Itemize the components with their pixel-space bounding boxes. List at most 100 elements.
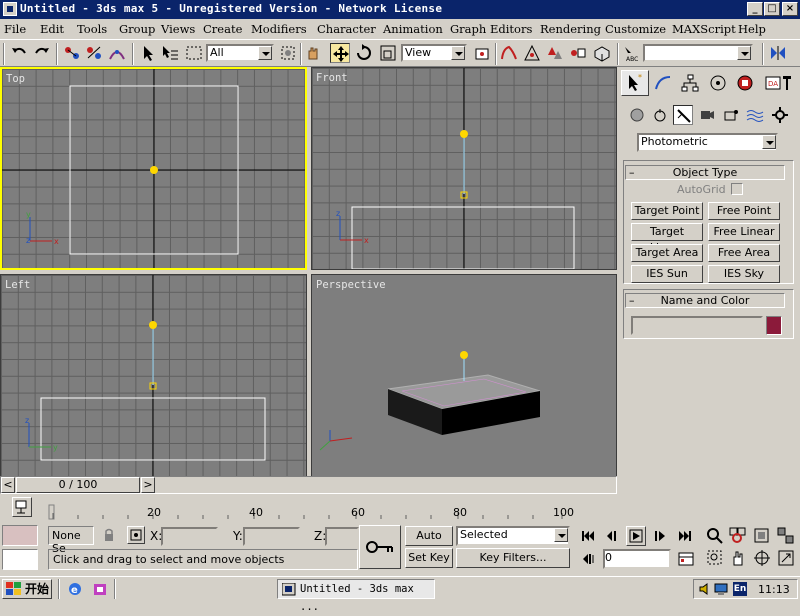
mirror-icon[interactable] (499, 43, 519, 63)
minimize-button[interactable]: _ (747, 2, 763, 16)
menu-tools[interactable]: Tools (77, 22, 107, 36)
x-coord-field[interactable] (161, 527, 218, 546)
time-configuration-icon[interactable] (676, 550, 696, 568)
menu-file[interactable]: File (4, 22, 26, 36)
menu-views[interactable]: Views (161, 22, 195, 36)
menu-maxscript[interactable]: MAXScript (672, 22, 736, 36)
default-in-out-tangents-button[interactable] (359, 525, 401, 569)
zoom-extents-icon[interactable] (752, 526, 772, 546)
menu-graph-editors[interactable]: Graph Editors (450, 22, 532, 36)
shapes-icon[interactable] (650, 105, 670, 125)
create-tab[interactable]: * (621, 70, 649, 96)
menu-character[interactable]: Character (317, 22, 376, 36)
key-mode-dropdown[interactable]: Selected (456, 526, 570, 546)
menu-help[interactable]: Help (738, 22, 766, 36)
align-icon[interactable] (522, 43, 542, 63)
select-and-move-icon[interactable] (330, 43, 350, 63)
target-linear-button[interactable]: Target Linear (631, 223, 703, 254)
object-type-rollout-header[interactable]: – Object Type (625, 165, 785, 180)
menu-modifiers[interactable]: Modifiers (251, 22, 307, 36)
target-point-button[interactable]: Target Point (631, 202, 703, 220)
arc-rotate-icon[interactable] (752, 548, 772, 568)
menu-customize[interactable]: Customize (605, 22, 666, 36)
language-indicator[interactable]: En (733, 582, 747, 596)
time-slider-next-button[interactable]: > (141, 477, 155, 493)
track-view-icon[interactable] (568, 43, 588, 63)
bind-to-space-warp-icon[interactable] (107, 43, 127, 63)
array-icon[interactable] (545, 43, 565, 63)
start-button[interactable]: 开始 (2, 579, 52, 599)
select-by-name-icon[interactable] (160, 43, 180, 63)
select-and-link-icon[interactable] (62, 43, 82, 63)
named-selection-set-dropdown[interactable] (643, 44, 753, 62)
object-color-swatch[interactable] (766, 316, 782, 335)
zoom-all-icon[interactable] (728, 526, 748, 546)
modify-tab-icon[interactable] (653, 73, 673, 93)
select-object-icon[interactable] (138, 43, 158, 63)
reference-coordinate-dropdown[interactable]: View (401, 44, 467, 62)
menu-group[interactable]: Group (119, 22, 155, 36)
menu-create[interactable]: Create (203, 22, 242, 36)
free-area-button[interactable]: Free Area (708, 244, 780, 262)
light-category-dropdown[interactable]: Photometric (637, 133, 778, 152)
track-bar[interactable]: 0 20 40 60 80 100 (48, 497, 618, 522)
close-button[interactable]: × (782, 2, 798, 16)
menu-animation[interactable]: Animation (383, 22, 443, 36)
absolute-relative-toggle-icon[interactable] (127, 526, 145, 544)
key-mode-toggle-icon[interactable] (579, 550, 599, 568)
zoom-extents-all-icon[interactable] (776, 526, 796, 546)
quick-launch-app-icon[interactable] (91, 581, 109, 597)
display-tab-icon[interactable] (735, 73, 755, 93)
cameras-icon[interactable] (697, 105, 717, 125)
free-point-button[interactable]: Free Point (708, 202, 780, 220)
menu-edit[interactable]: Edit (40, 22, 64, 36)
maxscript-input-mini[interactable] (2, 549, 38, 570)
pan-view-icon[interactable] (728, 548, 748, 568)
set-key-button[interactable]: Set Key (405, 548, 453, 568)
redo-icon[interactable] (32, 43, 52, 63)
y-coord-field[interactable] (243, 527, 300, 546)
maximize-button[interactable]: □ (764, 2, 780, 16)
pan-hand-icon[interactable] (303, 43, 323, 63)
play-icon[interactable] (626, 526, 646, 546)
speaker-icon[interactable] (698, 582, 712, 596)
next-frame-icon[interactable] (650, 527, 670, 545)
ies-sky-button[interactable]: IES Sky (708, 265, 780, 283)
free-linear-button[interactable]: Free Linear (708, 223, 780, 241)
hierarchy-tab-icon[interactable] (680, 73, 700, 93)
viewport-left[interactable]: Left z y (0, 274, 307, 477)
material-editor-icon[interactable] (592, 43, 612, 63)
zoom-icon[interactable] (705, 526, 725, 546)
motion-tab-icon[interactable] (708, 73, 728, 93)
mini-curve-editor-icon[interactable] (12, 497, 32, 517)
window-crossing-icon[interactable] (278, 43, 298, 63)
go-to-start-icon[interactable] (578, 527, 598, 545)
taskbar-item-3dsmax[interactable]: Untitled - 3ds max ... (277, 579, 435, 613)
rectangular-selection-region-icon[interactable] (184, 43, 204, 63)
menu-rendering[interactable]: Rendering (540, 22, 601, 36)
maximize-viewport-icon[interactable] (776, 548, 796, 568)
utilities-tab-icon[interactable] (777, 73, 797, 93)
ies-sun-button[interactable]: IES Sun (631, 265, 703, 283)
title-bar[interactable]: Untitled - 3ds max 5 - Unregistered Vers… (0, 0, 800, 19)
lock-icon[interactable] (102, 528, 116, 542)
use-pivot-point-center-icon[interactable] (472, 43, 492, 63)
name-and-color-rollout-header[interactable]: – Name and Color (625, 293, 785, 308)
select-and-scale-icon[interactable] (378, 43, 398, 63)
key-filters-button[interactable]: Key Filters... (456, 548, 570, 568)
maxscript-listener-mini[interactable] (2, 525, 38, 546)
selection-filter-dropdown[interactable]: All (206, 44, 274, 62)
auto-key-button[interactable]: Auto Key (405, 526, 453, 560)
time-slider-prev-button[interactable]: < (1, 477, 15, 493)
go-to-end-icon[interactable] (675, 527, 695, 545)
render-type-icon[interactable]: ABC (621, 43, 641, 63)
lights-icon[interactable] (673, 105, 693, 125)
unlink-selection-icon[interactable] (84, 43, 104, 63)
viewport-front[interactable]: Front z x (311, 67, 617, 270)
autogrid-checkbox[interactable] (731, 183, 743, 195)
undo-icon[interactable] (9, 43, 29, 63)
object-name-field[interactable] (631, 316, 763, 335)
viewport-top[interactable]: Top y x z (0, 67, 307, 270)
previous-frame-icon[interactable] (603, 527, 623, 545)
time-slider-thumb[interactable]: 0 / 100 (16, 477, 140, 493)
